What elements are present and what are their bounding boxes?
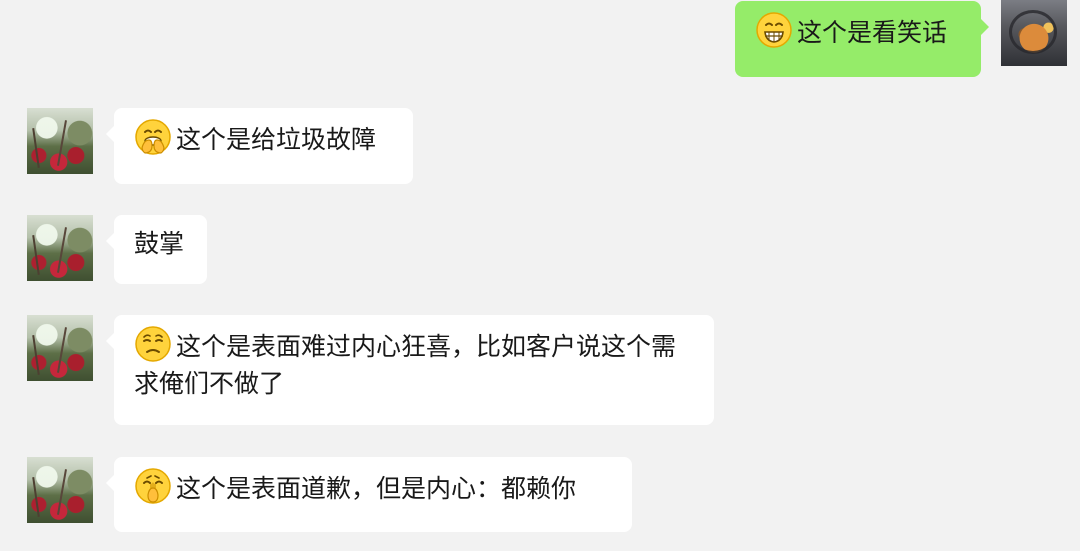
message-text: 这个是给垃圾故障 [176,125,377,154]
contact-avatar[interactable] [27,108,93,174]
incoming-message-bubble[interactable]: 这个是表面难过内心狂喜，比如客户说这个需求俺们不做了 [106,315,714,425]
incoming-message-bubble[interactable]: 这个是给垃圾故障 [106,108,413,184]
chat-area: 这个是看笑话 这个是给垃圾故障 鼓掌 这个是表面难过内心狂喜，比如客户说这个需求… [0,0,1080,551]
hand-over-mouth-shy-face-icon [134,467,172,505]
face-with-hand-over-mouth-icon [134,118,172,156]
contact-avatar[interactable] [27,215,93,281]
outgoing-message-bubble[interactable]: 这个是看笑话 [735,1,989,77]
contact-avatar[interactable] [27,457,93,523]
my-avatar[interactable] [1001,0,1067,66]
contact-avatar[interactable] [27,315,93,381]
message-text: 鼓掌 [134,229,185,258]
message-text: 这个是表面道歉，但是内心：都赖你 [176,474,577,503]
message-text: 这个是看笑话 [797,18,948,47]
message-text: 这个是表面难过内心狂喜，比如客户说这个需求俺们不做了 [134,332,677,398]
grinning-face-icon [755,11,793,49]
incoming-message-bubble[interactable]: 这个是表面道歉，但是内心：都赖你 [106,457,632,532]
incoming-message-bubble[interactable]: 鼓掌 [106,215,207,284]
pensive-face-icon [134,325,172,363]
